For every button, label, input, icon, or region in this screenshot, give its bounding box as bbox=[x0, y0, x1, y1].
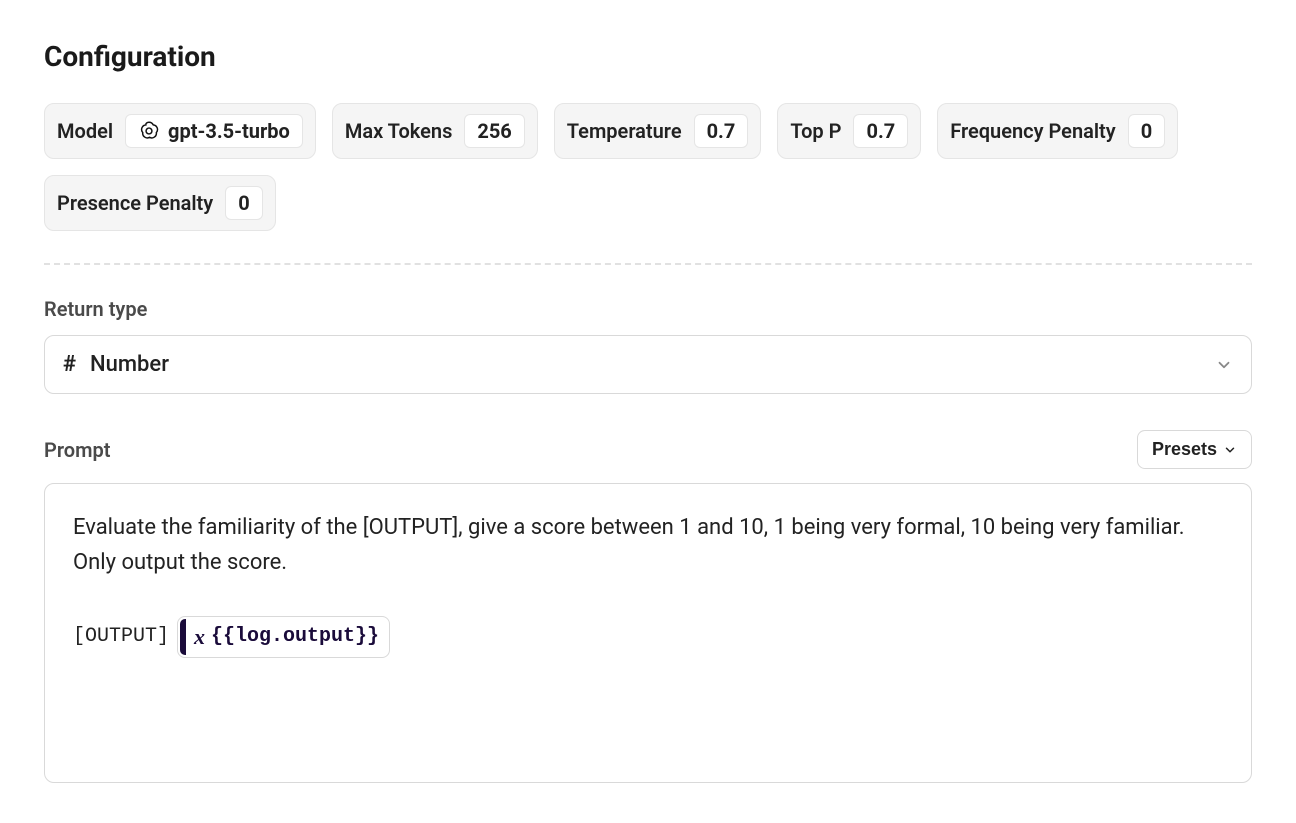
model-value-box: gpt-3.5-turbo bbox=[125, 114, 303, 148]
max-tokens-value: 256 bbox=[464, 114, 524, 148]
temperature-value: 0.7 bbox=[694, 114, 749, 148]
presence-penalty-pill[interactable]: Presence Penalty 0 bbox=[44, 175, 276, 231]
variable-chip-bar bbox=[180, 619, 186, 654]
presence-penalty-label: Presence Penalty bbox=[57, 191, 213, 215]
prompt-output-line: [OUTPUT] x {{log.output}} bbox=[73, 616, 1223, 657]
top-p-pill[interactable]: Top P 0.7 bbox=[777, 103, 921, 159]
variable-x-icon: x bbox=[194, 619, 205, 654]
page-title: Configuration bbox=[44, 40, 1252, 73]
output-placeholder-label: [OUTPUT] bbox=[73, 621, 169, 653]
chevron-down-icon bbox=[1215, 356, 1233, 374]
top-p-label: Top P bbox=[790, 119, 841, 143]
config-params-row: Model gpt-3.5-turbo Max Tokens 256 Tempe… bbox=[44, 103, 1252, 231]
temperature-pill[interactable]: Temperature 0.7 bbox=[554, 103, 762, 159]
frequency-penalty-label: Frequency Penalty bbox=[950, 119, 1115, 143]
chevron-down-icon bbox=[1223, 443, 1237, 457]
top-p-value: 0.7 bbox=[853, 114, 908, 148]
prompt-editor[interactable]: Evaluate the familiarity of the [OUTPUT]… bbox=[44, 483, 1252, 783]
presence-penalty-value: 0 bbox=[225, 186, 262, 220]
model-label: Model bbox=[57, 119, 113, 143]
presets-button[interactable]: Presets bbox=[1137, 430, 1252, 469]
model-value: gpt-3.5-turbo bbox=[168, 119, 290, 143]
variable-name: {{log.output}} bbox=[211, 621, 379, 653]
section-divider bbox=[44, 263, 1252, 265]
hash-icon: # bbox=[63, 352, 76, 377]
prompt-label: Prompt bbox=[44, 438, 110, 462]
presets-button-label: Presets bbox=[1152, 439, 1217, 460]
prompt-text: Evaluate the familiarity of the [OUTPUT]… bbox=[73, 510, 1223, 580]
return-type-value: Number bbox=[90, 352, 169, 377]
temperature-label: Temperature bbox=[567, 119, 682, 143]
frequency-penalty-value: 0 bbox=[1128, 114, 1165, 148]
openai-icon bbox=[138, 120, 160, 142]
max-tokens-pill[interactable]: Max Tokens 256 bbox=[332, 103, 538, 159]
variable-chip[interactable]: x {{log.output}} bbox=[177, 616, 390, 657]
frequency-penalty-pill[interactable]: Frequency Penalty 0 bbox=[937, 103, 1178, 159]
max-tokens-label: Max Tokens bbox=[345, 119, 453, 143]
return-type-select[interactable]: # Number bbox=[44, 335, 1252, 394]
return-type-label: Return type bbox=[44, 297, 1252, 321]
model-pill[interactable]: Model gpt-3.5-turbo bbox=[44, 103, 316, 159]
